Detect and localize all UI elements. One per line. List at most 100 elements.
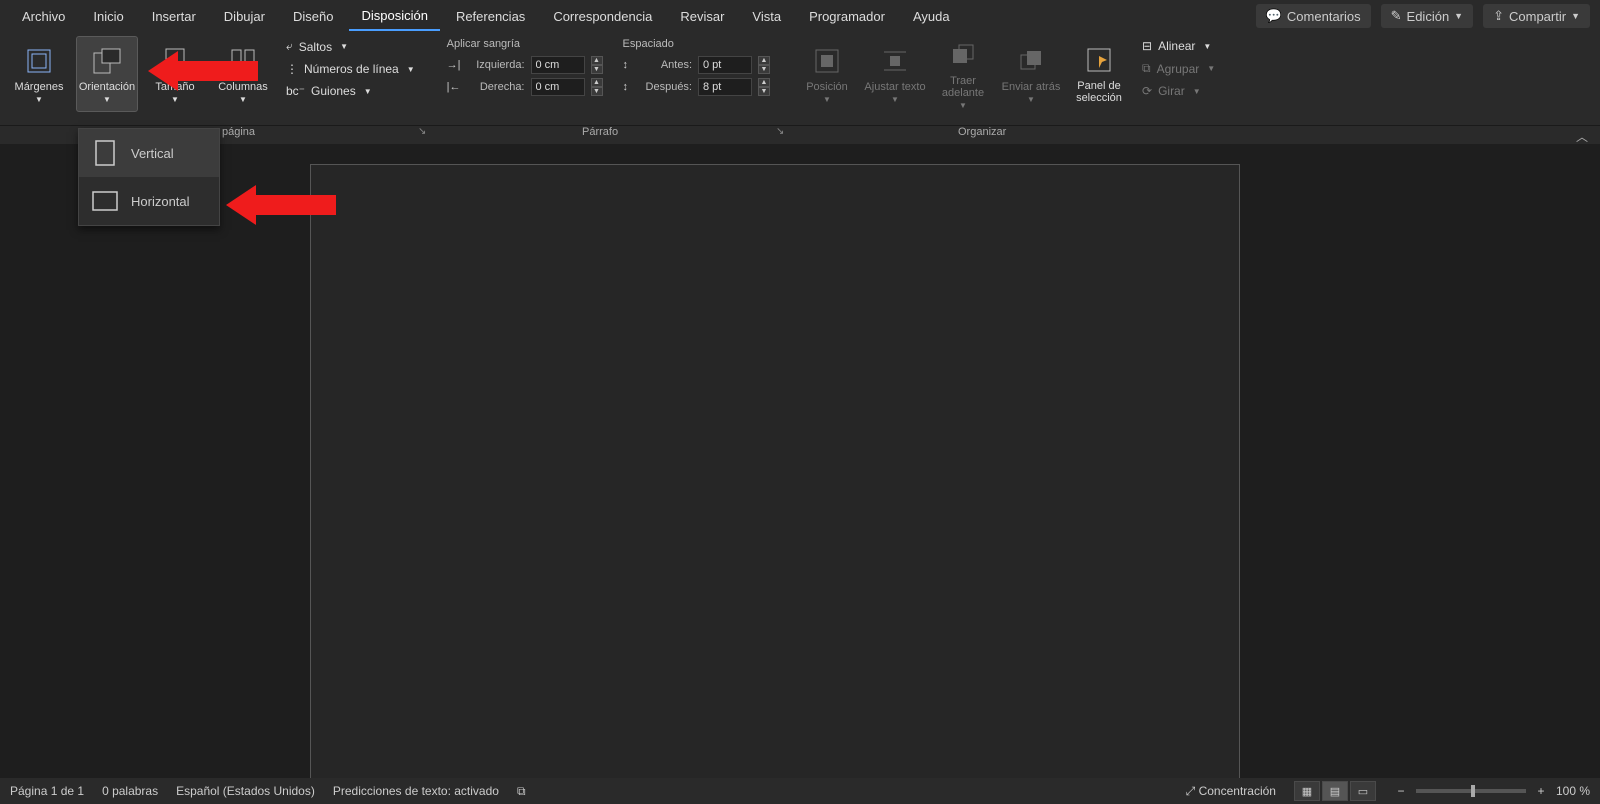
zoom-control: − + 100 % bbox=[1394, 784, 1590, 798]
tab-referencias[interactable]: Referencias bbox=[444, 3, 537, 30]
tab-vista[interactable]: Vista bbox=[740, 3, 793, 30]
comment-icon: 💬 bbox=[1266, 8, 1282, 24]
tab-diseno[interactable]: Diseño bbox=[281, 3, 345, 30]
tab-ayuda[interactable]: Ayuda bbox=[901, 3, 962, 30]
group-icon: ⧉ bbox=[1142, 61, 1151, 76]
selection-pane-button[interactable]: Panel de selección bbox=[1068, 36, 1130, 112]
editing-button[interactable]: ✎ Edición ▼ bbox=[1381, 4, 1473, 28]
margins-button[interactable]: Márgenes ▼ bbox=[8, 36, 70, 112]
bring-forward-icon bbox=[947, 39, 979, 71]
landscape-icon bbox=[91, 187, 119, 215]
chevron-down-icon: ▼ bbox=[103, 95, 111, 104]
status-words[interactable]: 0 palabras bbox=[102, 784, 158, 798]
spin-up[interactable]: ▲ bbox=[758, 56, 770, 65]
orientation-horizontal-item[interactable]: Horizontal bbox=[79, 177, 219, 225]
collapse-ribbon-button[interactable]: ︿ bbox=[1576, 128, 1588, 145]
status-predictions[interactable]: Predicciones de texto: activado bbox=[333, 784, 499, 798]
vertical-label: Vertical bbox=[131, 146, 174, 161]
print-layout-button[interactable]: ▤ bbox=[1322, 781, 1348, 801]
chevron-down-icon: ▼ bbox=[1193, 87, 1201, 96]
status-language[interactable]: Español (Estados Unidos) bbox=[176, 784, 315, 798]
page-setup-dialog-launcher[interactable]: ↘ bbox=[418, 126, 426, 137]
web-layout-button[interactable]: ▭ bbox=[1350, 781, 1376, 801]
document-area bbox=[0, 144, 1600, 778]
chevron-down-icon: ▼ bbox=[1571, 11, 1580, 21]
group-paragraph: Aplicar sangría →| Izquierda: ▲▼ |← Dere… bbox=[439, 32, 778, 125]
tab-inicio[interactable]: Inicio bbox=[81, 3, 135, 30]
tab-insertar[interactable]: Insertar bbox=[140, 3, 208, 30]
group-arrange: Posición ▼ Ajustar texto ▼ Traer adelant… bbox=[788, 32, 1229, 125]
align-button[interactable]: ⊟ Alinear ▼ bbox=[1136, 36, 1221, 56]
align-label: Alinear bbox=[1158, 39, 1195, 53]
tab-dibujar[interactable]: Dibujar bbox=[212, 3, 277, 30]
annotation-arrow-1 bbox=[148, 46, 258, 96]
read-mode-button[interactable]: ▦ bbox=[1294, 781, 1320, 801]
spin-down[interactable]: ▼ bbox=[591, 87, 603, 96]
orientation-vertical-item[interactable]: Vertical bbox=[79, 129, 219, 177]
orientation-button[interactable]: Orientación ▼ bbox=[76, 36, 138, 112]
tab-archivo[interactable]: Archivo bbox=[10, 3, 77, 30]
wrap-text-icon bbox=[879, 45, 911, 77]
send-label: Enviar atrás bbox=[1002, 81, 1061, 93]
comments-button[interactable]: 💬 Comentarios bbox=[1256, 4, 1371, 28]
spin-down[interactable]: ▼ bbox=[758, 65, 770, 74]
breaks-icon: ⤶ bbox=[286, 39, 293, 54]
page-setup-group-label: página bbox=[222, 126, 255, 138]
zoom-in-button[interactable]: + bbox=[1534, 784, 1548, 798]
selection-label: Panel de selección bbox=[1068, 80, 1130, 104]
line-numbers-button[interactable]: ⋮ Números de línea ▼ bbox=[280, 59, 421, 79]
indent-left-input[interactable] bbox=[531, 56, 585, 74]
document-page[interactable] bbox=[310, 164, 1240, 804]
chevron-down-icon: ▼ bbox=[364, 87, 372, 96]
zoom-slider[interactable] bbox=[1416, 789, 1526, 793]
position-button: Posición ▼ bbox=[796, 36, 858, 112]
paragraph-group-label: Párrafo bbox=[582, 126, 618, 138]
tab-programador[interactable]: Programador bbox=[797, 3, 897, 30]
arrange-group-label: Organizar bbox=[958, 126, 1006, 138]
hyphenation-icon: bc⁻ bbox=[286, 84, 305, 98]
share-button[interactable]: ⇪ Compartir ▼ bbox=[1483, 4, 1590, 28]
menu-bar: Archivo Inicio Insertar Dibujar Diseño D… bbox=[0, 0, 1600, 32]
spin-up[interactable]: ▲ bbox=[758, 78, 770, 87]
rotate-icon: ⟳ bbox=[1142, 84, 1152, 98]
status-page[interactable]: Página 1 de 1 bbox=[10, 784, 84, 798]
spin-up[interactable]: ▲ bbox=[591, 78, 603, 87]
hyphenation-button[interactable]: bc⁻ Guiones ▼ bbox=[280, 81, 421, 101]
spin-up[interactable]: ▲ bbox=[591, 56, 603, 65]
spin-down[interactable]: ▼ bbox=[758, 87, 770, 96]
zoom-out-button[interactable]: − bbox=[1394, 784, 1408, 798]
position-icon bbox=[811, 45, 843, 77]
selection-pane-icon bbox=[1083, 44, 1115, 76]
indent-right-icon: |← bbox=[447, 81, 461, 93]
paragraph-dialog-launcher[interactable]: ↘ bbox=[776, 126, 784, 137]
pencil-icon: ✎ bbox=[1391, 8, 1402, 24]
chevron-down-icon: ▼ bbox=[35, 95, 43, 104]
editing-label: Edición bbox=[1407, 9, 1450, 24]
focus-mode-button[interactable]: ⤢ Concentración bbox=[1186, 784, 1276, 799]
indent-header: Aplicar sangría bbox=[447, 36, 603, 54]
tab-revisar[interactable]: Revisar bbox=[668, 3, 736, 30]
send-backward-button: Enviar atrás ▼ bbox=[1000, 36, 1062, 112]
indent-right-label: Derecha: bbox=[467, 81, 525, 93]
tab-correspondencia[interactable]: Correspondencia bbox=[541, 3, 664, 30]
chevron-down-icon: ▼ bbox=[891, 95, 899, 104]
spacing-before-label: Antes: bbox=[634, 59, 692, 71]
chevron-down-icon: ▼ bbox=[1207, 64, 1215, 73]
spacing-after-input[interactable] bbox=[698, 78, 752, 96]
spacing-before-input[interactable] bbox=[698, 56, 752, 74]
line-numbers-icon: ⋮ bbox=[286, 62, 298, 76]
breaks-button[interactable]: ⤶ Saltos ▼ bbox=[280, 36, 421, 57]
spin-down[interactable]: ▼ bbox=[591, 65, 603, 74]
tab-disposicion[interactable]: Disposición bbox=[349, 2, 439, 31]
line-numbers-label: Números de línea bbox=[304, 62, 399, 76]
share-label: Compartir bbox=[1509, 9, 1566, 24]
zoom-value[interactable]: 100 % bbox=[1556, 784, 1590, 798]
wrap-text-button: Ajustar texto ▼ bbox=[864, 36, 926, 112]
accessibility-icon[interactable]: ⧉ bbox=[517, 784, 526, 799]
chevron-down-icon: ▼ bbox=[407, 65, 415, 74]
portrait-icon bbox=[91, 139, 119, 167]
spacing-header: Espaciado bbox=[623, 36, 771, 54]
indent-right-input[interactable] bbox=[531, 78, 585, 96]
chevron-down-icon: ▼ bbox=[959, 101, 967, 110]
chevron-down-icon: ▼ bbox=[1203, 42, 1211, 51]
